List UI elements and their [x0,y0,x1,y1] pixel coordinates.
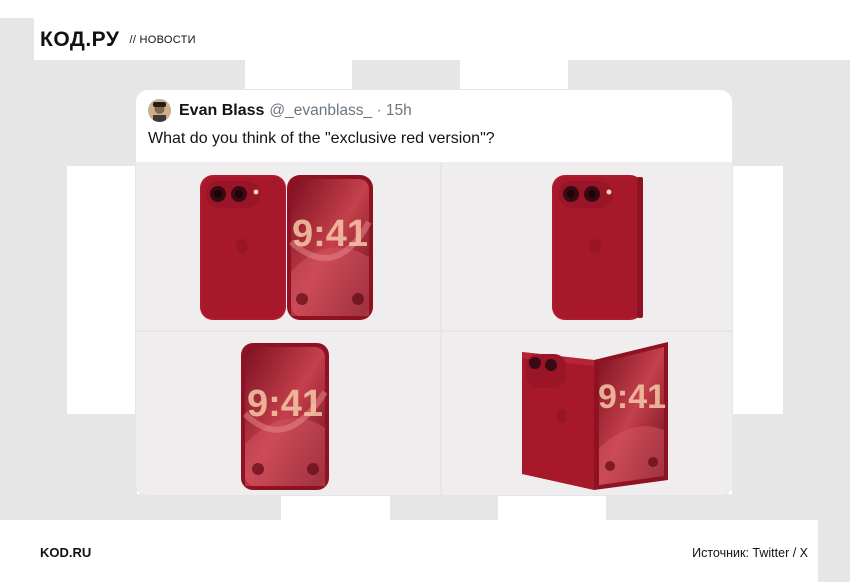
tweet-image-1[interactable]: 9:41 [136,162,440,330]
avatar[interactable] [148,99,171,122]
lock-screen-clock: 9:41 [292,213,368,255]
bg-block [818,520,850,582]
bg-block [67,414,137,520]
tweet-text: What do you think of the "exclusive red … [148,130,495,147]
bg-block [783,166,850,520]
site-logo[interactable]: КОД.РУ [40,28,119,52]
source-credit: Источник: Twitter / X [692,546,808,560]
site-domain[interactable]: KOD.RU [40,545,91,560]
tweet-media-grid: 9:41 9:41 9:41 [136,162,732,495]
bg-block [390,494,498,520]
phone-open-illustration: 9:41 [200,175,373,320]
tweet-image-4[interactable]: 9:41 [442,332,732,495]
tweet-header: Evan Blass @_evanblass_ · 15h [148,99,412,122]
phone-closed-illustration [552,175,643,320]
lock-screen-clock: 9:41 [598,378,666,416]
tweet-card: Evan Blass @_evanblass_ · 15h What do yo… [136,90,732,495]
phone-front-illustration: 9:41 [241,343,329,490]
lock-screen-clock: 9:41 [247,383,323,425]
author-name[interactable]: Evan Blass [179,102,264,120]
author-handle[interactable]: @_evanblass_ · 15h [269,102,411,120]
bg-block [136,494,281,520]
bg-block [0,18,34,60]
site-header: КОД.РУ // НОВОСТИ [40,28,196,52]
bg-block [352,60,460,90]
tweet-image-2[interactable] [442,162,732,330]
bg-block [0,166,67,520]
bg-block [732,414,783,520]
section-label[interactable]: // НОВОСТИ [129,34,195,46]
phone-folded-illustration: 9:41 [522,342,668,490]
bg-block [606,494,732,520]
tweet-image-3[interactable]: 9:41 [136,332,440,495]
